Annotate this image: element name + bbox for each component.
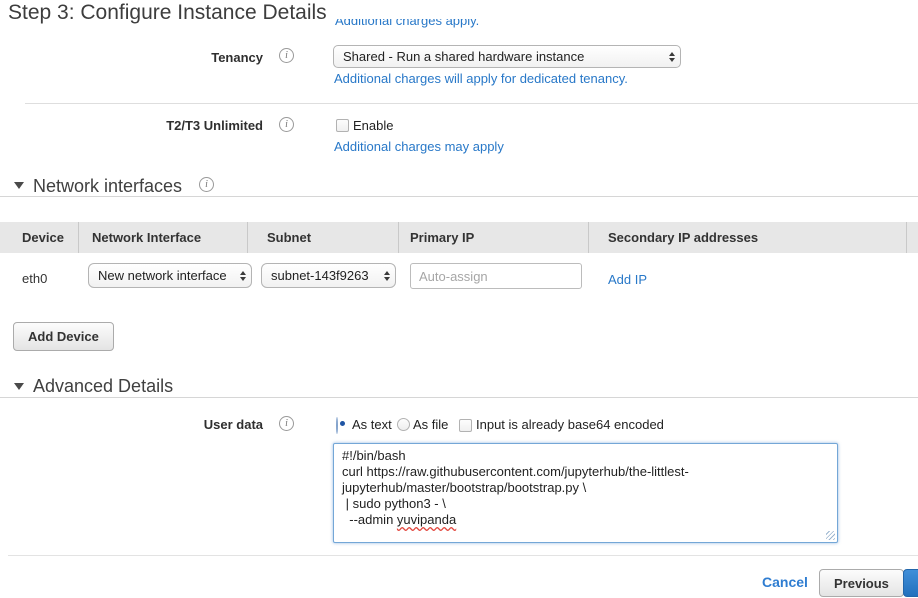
configure-instance-details-page: Additional charges apply. Step 3: Config… bbox=[0, 0, 918, 598]
divider bbox=[8, 555, 918, 556]
subnet-select[interactable]: subnet-143f9263 bbox=[261, 263, 396, 288]
select-arrows-icon bbox=[384, 271, 390, 281]
tenancy-select-value: Shared - Run a shared hardware instance bbox=[343, 49, 665, 64]
tenancy-label: Tenancy bbox=[0, 50, 263, 65]
t2t3-charges-link[interactable]: Additional charges may apply bbox=[334, 139, 504, 154]
device-name: eth0 bbox=[22, 271, 47, 286]
select-arrows-icon bbox=[240, 271, 246, 281]
column-header-network-interface: Network Interface bbox=[92, 230, 201, 245]
cancel-link[interactable]: Cancel bbox=[762, 574, 808, 590]
column-header-subnet: Subnet bbox=[267, 230, 311, 245]
network-interfaces-heading: Network interfaces bbox=[33, 176, 182, 197]
user-data-script: #!/bin/bash curl https://raw.githubuserc… bbox=[342, 448, 689, 527]
column-separator bbox=[588, 222, 589, 253]
column-separator bbox=[247, 222, 248, 253]
base64-checkbox-label: Input is already base64 encoded bbox=[476, 417, 664, 432]
base64-checkbox[interactable] bbox=[459, 419, 472, 432]
column-header-secondary-ip: Secondary IP addresses bbox=[608, 230, 758, 245]
divider bbox=[25, 103, 918, 104]
user-data-textarea[interactable]: #!/bin/bash curl https://raw.githubuserc… bbox=[333, 443, 838, 543]
collapse-arrow-icon[interactable] bbox=[14, 383, 24, 390]
as-text-radio-label: As text bbox=[352, 417, 392, 432]
info-icon[interactable] bbox=[279, 117, 294, 132]
tenancy-select[interactable]: Shared - Run a shared hardware instance bbox=[333, 45, 681, 68]
column-separator bbox=[78, 222, 79, 253]
page-title: Step 3: Configure Instance Details bbox=[8, 0, 327, 26]
subnet-select-value: subnet-143f9263 bbox=[271, 268, 380, 283]
resize-handle[interactable] bbox=[826, 531, 835, 540]
column-header-primary-ip: Primary IP bbox=[410, 230, 474, 245]
column-separator bbox=[906, 222, 907, 253]
network-interface-select-value: New network interface bbox=[98, 268, 236, 283]
add-ip-link[interactable]: Add IP bbox=[608, 272, 647, 287]
t2t3-unlimited-label: T2/T3 Unlimited bbox=[0, 118, 263, 133]
as-text-radio[interactable] bbox=[336, 417, 338, 434]
primary-button-clipped[interactable] bbox=[903, 569, 918, 597]
user-data-label: User data bbox=[0, 417, 263, 432]
divider bbox=[0, 196, 918, 197]
network-interface-select[interactable]: New network interface bbox=[88, 263, 252, 288]
advanced-details-heading: Advanced Details bbox=[33, 376, 173, 397]
column-separator bbox=[398, 222, 399, 253]
column-header-device: Device bbox=[22, 230, 64, 245]
as-file-radio-label: As file bbox=[413, 417, 448, 432]
tenancy-charges-link[interactable]: Additional charges will apply for dedica… bbox=[334, 71, 628, 86]
select-arrows-icon bbox=[669, 52, 675, 62]
primary-ip-input[interactable] bbox=[410, 263, 582, 289]
collapse-arrow-icon[interactable] bbox=[14, 182, 24, 189]
info-icon[interactable] bbox=[199, 177, 214, 192]
divider bbox=[0, 397, 918, 398]
info-icon[interactable] bbox=[279, 48, 294, 63]
enable-checkbox[interactable] bbox=[336, 119, 349, 132]
as-file-radio[interactable] bbox=[397, 418, 410, 431]
misspelled-word: yuvipanda bbox=[397, 512, 456, 527]
previous-button[interactable]: Previous bbox=[819, 569, 904, 597]
add-device-button[interactable]: Add Device bbox=[13, 322, 114, 351]
enable-checkbox-label: Enable bbox=[353, 118, 393, 133]
info-icon[interactable] bbox=[279, 416, 294, 431]
